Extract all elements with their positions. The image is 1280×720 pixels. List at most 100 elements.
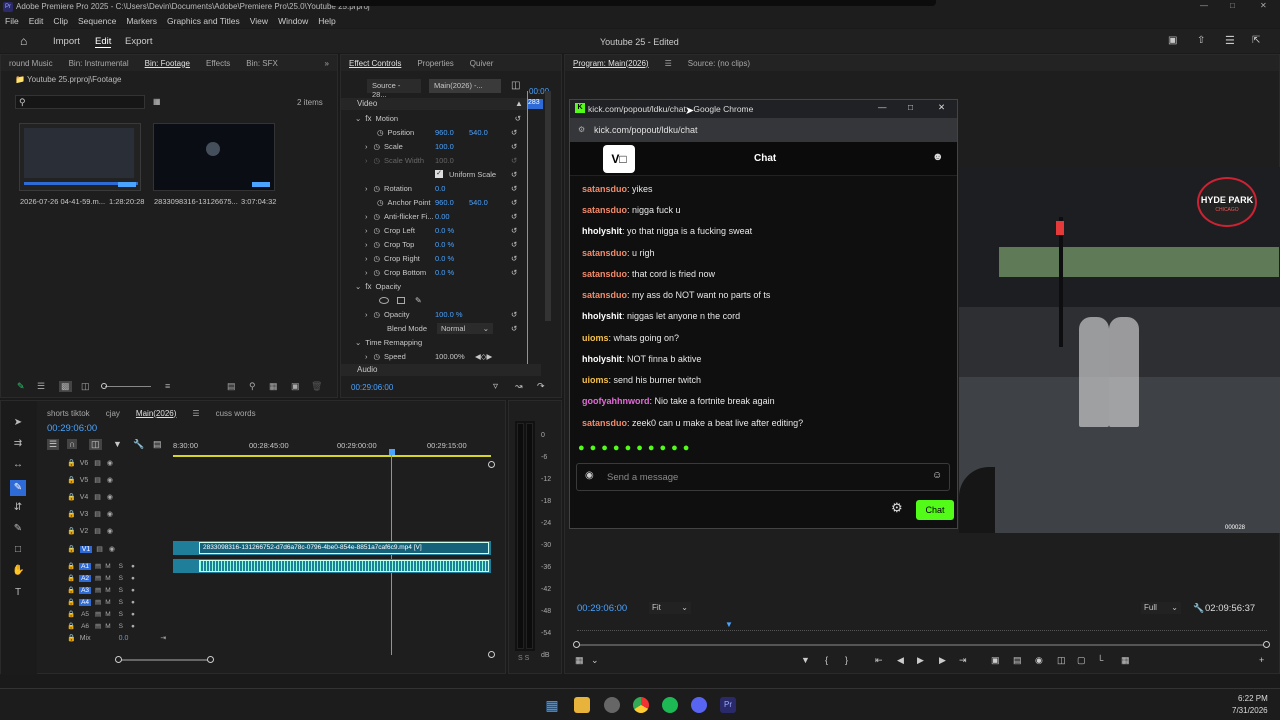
- chat-username[interactable]: satansduo: [582, 290, 627, 300]
- go-to-in-icon[interactable]: ⇤: [875, 655, 883, 666]
- snap-icon[interactable]: ∩: [67, 439, 78, 449]
- timeline-zoom-left-handle[interactable]: [115, 656, 122, 663]
- stopwatch-icon[interactable]: ◷: [377, 198, 384, 207]
- scale-value[interactable]: 100.0: [435, 142, 454, 151]
- clock-date[interactable]: 7/31/2026: [1232, 706, 1268, 715]
- tab-export[interactable]: Export: [125, 36, 152, 47]
- chat-username[interactable]: satansduo: [582, 418, 627, 428]
- chevron-down-icon[interactable]: ⌄: [355, 282, 361, 291]
- lock-icon[interactable]: 🔒: [67, 586, 75, 594]
- sort-icon[interactable]: ≡: [165, 381, 170, 391]
- chevron-right-icon[interactable]: ›: [365, 254, 368, 263]
- eye-icon[interactable]: ◉: [107, 493, 113, 501]
- tab-effect-controls[interactable]: Effect Controls: [341, 59, 409, 68]
- anchor-x-value[interactable]: 960.0: [435, 198, 454, 207]
- reset-rotation-icon[interactable]: ↺: [511, 184, 517, 193]
- share-icon[interactable]: ⇧: [1197, 35, 1205, 46]
- motion-row[interactable]: ⌄ fx Motion ↺: [341, 111, 527, 125]
- eye-icon[interactable]: ◉: [107, 527, 113, 535]
- comparison-view-icon[interactable]: ◫: [1057, 655, 1066, 666]
- chat-username[interactable]: goofyahhnword: [582, 396, 650, 406]
- zoom-slider-handle[interactable]: [101, 383, 107, 389]
- play-icon[interactable]: ▶: [917, 655, 924, 666]
- pen-tool-icon[interactable]: ✎: [12, 523, 24, 535]
- start-menu-icon[interactable]: ▦: [544, 697, 560, 713]
- new-item-icon[interactable]: ▣: [291, 381, 300, 392]
- mute-button[interactable]: M: [105, 587, 110, 594]
- rotation-value[interactable]: 0.0: [435, 184, 445, 193]
- reset-opacity-icon[interactable]: ↺: [511, 310, 517, 319]
- lift-icon[interactable]: ▣: [991, 655, 1000, 666]
- ec-scrollbar[interactable]: [545, 91, 551, 321]
- reset-blend-icon[interactable]: ↺: [511, 324, 517, 333]
- program-timecode[interactable]: 00:29:06:00: [577, 603, 627, 614]
- go-to-out-icon[interactable]: ⇥: [959, 655, 967, 666]
- crop-bottom-value[interactable]: 0.0 %: [435, 268, 454, 277]
- add-button-icon[interactable]: +: [1259, 655, 1264, 665]
- eye-icon[interactable]: ◉: [109, 545, 115, 553]
- mic-icon[interactable]: ●: [131, 563, 135, 570]
- program-zoom-bar[interactable]: [575, 644, 1267, 646]
- lock-icon[interactable]: 🔒: [67, 493, 76, 501]
- tab-edit[interactable]: Edit: [95, 36, 112, 48]
- nest-icon[interactable]: ☰: [47, 439, 60, 450]
- tab-import[interactable]: Import: [53, 36, 80, 47]
- spotify-icon[interactable]: [662, 697, 678, 713]
- find-icon[interactable]: ⚲: [249, 381, 256, 392]
- tab-round-music[interactable]: round Music: [1, 59, 61, 68]
- ec-playhead-marker[interactable]: 283: [527, 99, 543, 109]
- export-frame-icon[interactable]: ◉: [1035, 655, 1043, 666]
- captions-icon[interactable]: ▤: [153, 439, 162, 450]
- program-ruler[interactable]: [577, 623, 1267, 631]
- filter-icon[interactable]: ▿: [493, 381, 498, 392]
- solo-button[interactable]: S: [119, 575, 123, 582]
- solo-button[interactable]: S: [119, 563, 123, 570]
- track-label-a5[interactable]: A5: [79, 611, 91, 618]
- crop-top-value[interactable]: 0.0 %: [435, 240, 454, 249]
- lock-icon[interactable]: 🔒: [67, 527, 76, 535]
- resolution-select[interactable]: Full ⌄: [1141, 602, 1181, 614]
- wrench-icon[interactable]: 🔧: [1193, 603, 1204, 614]
- zoom-bar-left-handle[interactable]: [573, 641, 580, 648]
- menu-sequence[interactable]: Sequence: [78, 16, 116, 26]
- mic-icon[interactable]: ●: [131, 623, 135, 630]
- rectangle-tool-icon[interactable]: □: [12, 544, 24, 556]
- track-label-a4[interactable]: A4: [79, 598, 92, 606]
- maximize-icon[interactable]: □: [908, 102, 913, 112]
- sync-icon[interactable]: ▤: [94, 527, 101, 535]
- icon-view-icon[interactable]: ▩: [59, 381, 72, 392]
- keyframe-nav-icon[interactable]: ◀◇▶: [475, 352, 492, 361]
- tab-shorts-tiktok[interactable]: shorts tiktok: [39, 409, 98, 418]
- eye-icon[interactable]: ◉: [107, 459, 113, 467]
- home-icon[interactable]: ⌂: [20, 34, 27, 48]
- crop-left-value[interactable]: 0.0 %: [435, 226, 454, 235]
- minimize-icon[interactable]: —: [878, 102, 887, 112]
- video-clip-selected[interactable]: 2833098316-131266752-d7d6a78c-0796-4be0-…: [199, 542, 489, 554]
- chevron-down-icon[interactable]: ⌄: [355, 338, 361, 347]
- clock-time[interactable]: 6:22 PM: [1238, 694, 1268, 703]
- mute-button[interactable]: M: [105, 611, 110, 618]
- position-x-value[interactable]: 960.0: [435, 128, 454, 137]
- chat-username[interactable]: satansduo: [582, 269, 627, 279]
- track-select-icon[interactable]: ⇉: [12, 438, 24, 450]
- sync-icon[interactable]: ▤: [96, 545, 103, 553]
- chevron-right-icon[interactable]: ›: [365, 268, 368, 277]
- new-bin-icon[interactable]: ▦: [153, 97, 161, 106]
- track-label-a6[interactable]: A6: [79, 623, 91, 630]
- clip-thumbnail-2[interactable]: [153, 123, 275, 191]
- clip-thumbnail-1[interactable]: [19, 123, 141, 191]
- stopwatch-icon[interactable]: ◷: [374, 352, 381, 361]
- fullscreen-icon[interactable]: ⇱: [1252, 35, 1260, 46]
- uniform-scale-checkbox[interactable]: ✓: [435, 170, 443, 178]
- ec-up-arrow-icon[interactable]: ▲: [515, 99, 523, 108]
- solo-button[interactable]: S: [119, 599, 123, 606]
- sync-icon[interactable]: ▤: [95, 622, 101, 630]
- lock-icon[interactable]: 🔒: [67, 610, 75, 618]
- lock-icon[interactable]: 🔒: [67, 574, 75, 582]
- url-text[interactable]: kick.com/popout/ldku/chat: [594, 125, 698, 135]
- mark-out-icon[interactable]: }: [845, 655, 848, 665]
- pen-mask-icon[interactable]: ✎: [415, 296, 422, 305]
- eye-icon[interactable]: ◉: [107, 476, 113, 484]
- tab-quiver[interactable]: Quiver: [462, 59, 502, 68]
- toggle-timeline-icon[interactable]: ◫: [511, 80, 520, 91]
